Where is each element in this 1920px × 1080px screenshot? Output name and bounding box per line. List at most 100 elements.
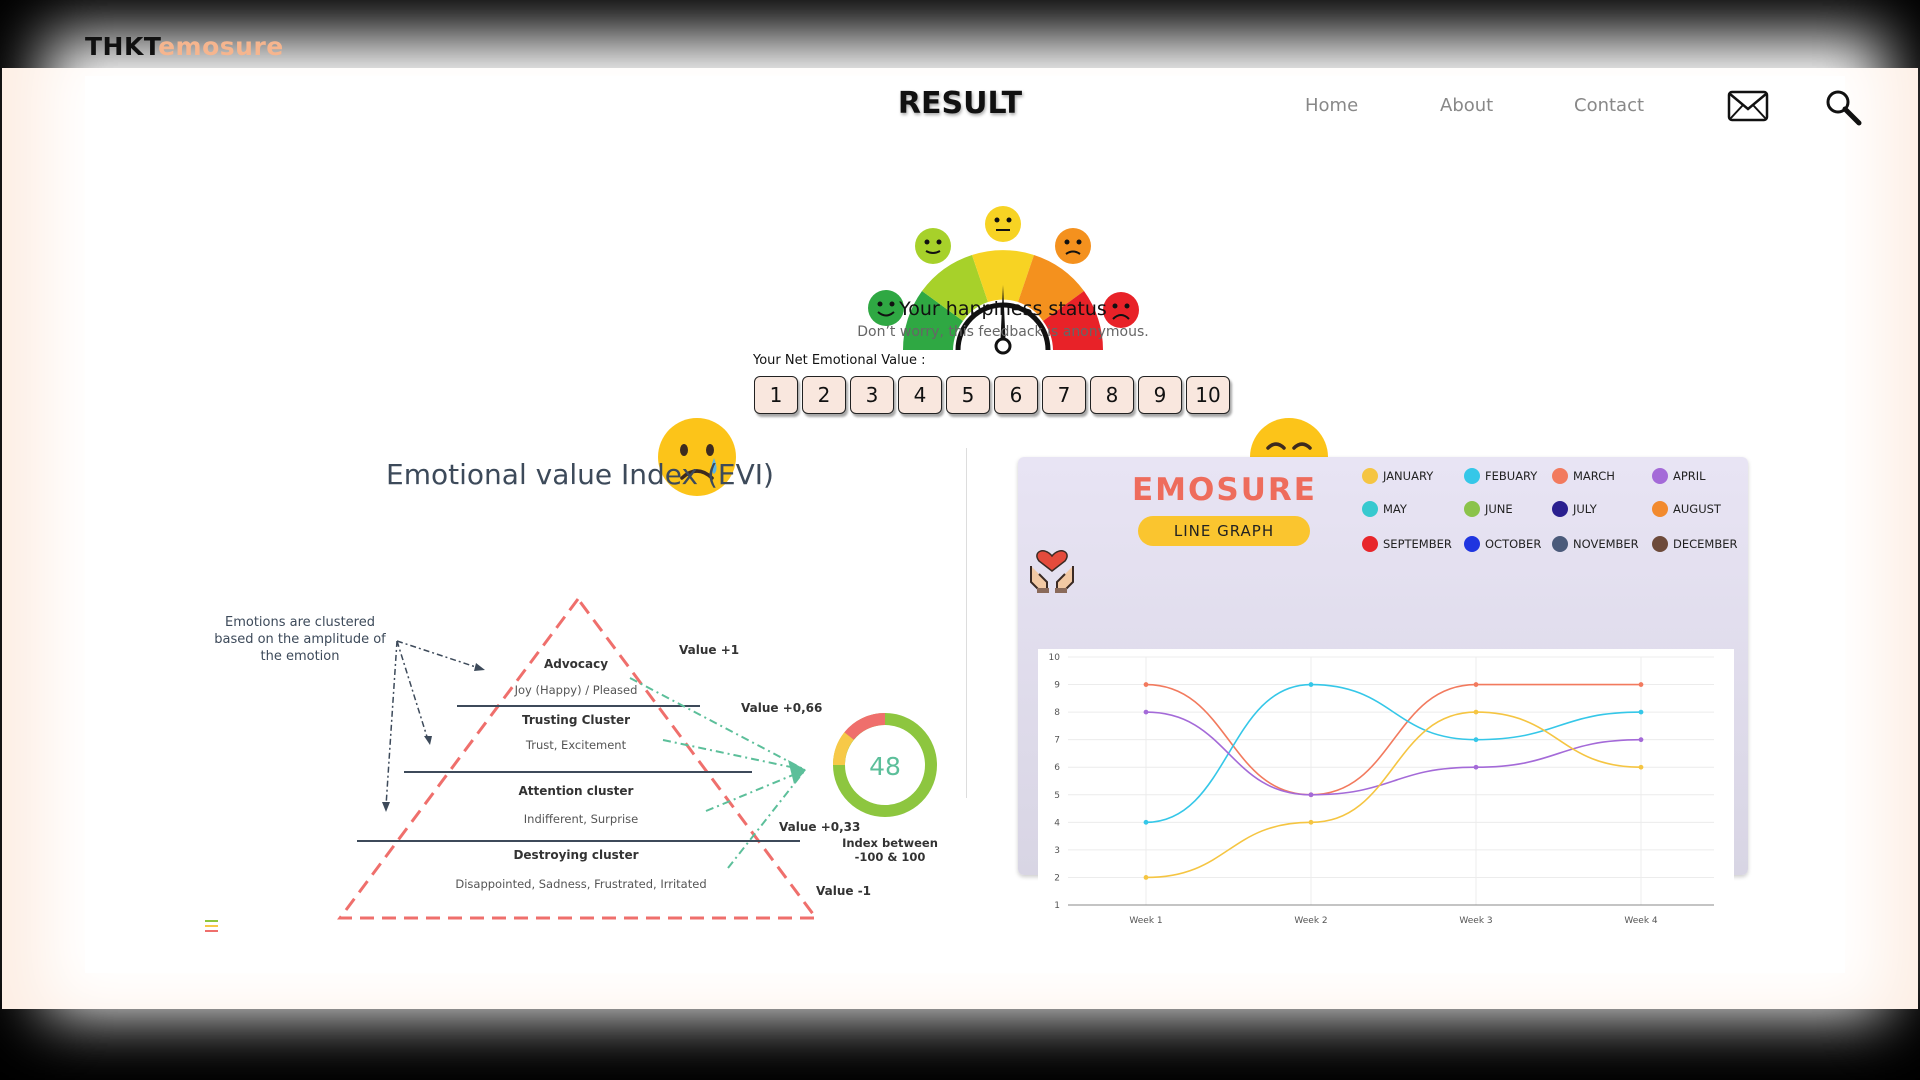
- evi-note-line-3: the emotion: [260, 649, 340, 664]
- legend-label: MARCH: [1573, 469, 1615, 483]
- legend-item-december: DECEMBER: [1652, 536, 1738, 552]
- cluster-name-advocacy: Advocacy: [543, 657, 609, 671]
- cluster-name-destroying: Destroying cluster: [513, 848, 639, 862]
- legend-item-september: SEPTEMBER: [1362, 536, 1452, 552]
- happy-face-icon: [915, 228, 951, 264]
- value-label-plus-1: Value +1: [679, 643, 740, 657]
- legend-item-january: JANUARY: [1362, 468, 1433, 484]
- heart-hands-icon: [1030, 550, 1074, 593]
- section-divider: [966, 448, 967, 798]
- cluster-emotions-trusting: Trust, Excitement: [525, 738, 627, 752]
- scale-option-4[interactable]: 4: [898, 376, 942, 414]
- month-legend: JANUARY FEBUARY MARCH APRIL MAY JUNE JULY AUGUS…: [1362, 468, 1752, 588]
- happiness-status-title: Your happiness status: [899, 298, 1107, 320]
- legend-label: NOVEMBER: [1573, 537, 1639, 551]
- legend-label: SEPTEMBER: [1383, 537, 1452, 551]
- legend-item-november: NOVEMBER: [1552, 536, 1639, 552]
- data-point: [1473, 709, 1479, 715]
- legend-label: FEBUARY: [1485, 469, 1538, 483]
- legend-label: OCTOBER: [1485, 537, 1542, 551]
- smiley-icon: [1552, 501, 1568, 517]
- smiley-icon: [1362, 468, 1378, 484]
- value-label-plus-033: Value +0,33: [779, 820, 861, 834]
- y-tick-label: 7: [1054, 736, 1060, 746]
- data-point: [1473, 682, 1479, 687]
- legend-item-may: MAY: [1362, 501, 1407, 517]
- legend-item-febuary: FEBUARY: [1464, 468, 1537, 484]
- legend-item-march: MARCH: [1552, 468, 1615, 484]
- scale-option-6[interactable]: 6: [994, 376, 1038, 414]
- y-tick-label: 5: [1054, 791, 1060, 801]
- cluster-emotions-attention: Indifferent, Surprise: [523, 812, 639, 826]
- smiley-icon: [1652, 501, 1668, 517]
- cluster-name-trusting: Trusting Cluster: [521, 713, 631, 727]
- y-tick-label: 4: [1054, 818, 1060, 828]
- data-point: [1308, 819, 1314, 825]
- data-point: [1143, 875, 1149, 880]
- smiley-icon: [1362, 536, 1378, 552]
- logo-text-accent: emosure: [158, 32, 284, 61]
- data-point: [1308, 792, 1314, 798]
- legend-label: JANUARY: [1383, 469, 1434, 483]
- legend-item-august: AUGUST: [1652, 501, 1721, 517]
- index-note-line-2: -100 & 100: [854, 850, 926, 864]
- menu-lines-icon: [205, 920, 218, 932]
- result-title: RESULT: [897, 86, 1023, 121]
- data-point: [1473, 764, 1479, 770]
- logo-text-primary: THKT: [85, 32, 159, 61]
- evi-title: Emotional value Index (EVI): [386, 458, 774, 491]
- x-tick-label: Week 4: [1624, 916, 1658, 926]
- scale-option-3[interactable]: 3: [850, 376, 894, 414]
- smiley-icon: [1464, 501, 1480, 517]
- evi-cluster-note: Emotions are clustered based on the ampl…: [200, 614, 400, 665]
- smiley-icon: [1552, 536, 1568, 552]
- net-emotional-value-scale: 1 2 3 4 5 6 7 8 9 10: [754, 376, 1234, 414]
- x-tick-label: Week 2: [1294, 916, 1327, 926]
- smiley-icon: [1652, 536, 1668, 552]
- cluster-name-attention: Attention cluster: [518, 784, 634, 798]
- smiley-icon: [1464, 536, 1480, 552]
- legend-label: MAY: [1383, 502, 1407, 516]
- scale-option-5[interactable]: 5: [946, 376, 990, 414]
- emosure-title: EMOSURE: [1132, 472, 1317, 508]
- data-point: [1473, 737, 1479, 743]
- legend-label: JUNE: [1485, 502, 1513, 516]
- neutral-face-icon: [985, 206, 1021, 242]
- y-tick-label: 6: [1054, 763, 1060, 773]
- y-tick-label: 2: [1054, 873, 1060, 883]
- x-tick-label: Week 3: [1459, 916, 1492, 926]
- data-point: [1638, 764, 1644, 770]
- y-tick-label: 10: [1049, 653, 1061, 663]
- scale-option-10[interactable]: 10: [1186, 376, 1230, 414]
- series-line-1: [1145, 683, 1642, 824]
- scale-option-2[interactable]: 2: [802, 376, 846, 414]
- y-tick-label: 1: [1054, 901, 1060, 911]
- legend-label: APRIL: [1673, 469, 1706, 483]
- y-tick-label: 9: [1054, 681, 1060, 691]
- smiley-icon: [1464, 468, 1480, 484]
- data-point: [1638, 737, 1644, 743]
- evi-note-line-2: based on the amplitude of: [214, 632, 386, 647]
- legend-item-october: OCTOBER: [1464, 536, 1541, 552]
- line-graph-pill[interactable]: LINE GRAPH: [1138, 516, 1310, 546]
- data-point: [1638, 682, 1644, 687]
- data-point: [1638, 709, 1644, 715]
- smiley-icon: [1362, 501, 1378, 517]
- legend-label: JULY: [1573, 502, 1597, 516]
- legend-item-july: JULY: [1552, 501, 1597, 517]
- scale-option-7[interactable]: 7: [1042, 376, 1086, 414]
- data-point: [1143, 819, 1149, 825]
- value-label-minus-1: Value -1: [816, 884, 872, 898]
- evi-index-value: 48: [869, 752, 901, 781]
- value-label-plus-066: Value +0,66: [741, 701, 823, 715]
- scale-option-8[interactable]: 8: [1090, 376, 1134, 414]
- scale-option-9[interactable]: 9: [1138, 376, 1182, 414]
- brand-logo[interactable]: THKTemosure: [85, 32, 284, 61]
- evi-index-note: Index between -100 & 100: [830, 836, 950, 864]
- scale-option-1[interactable]: 1: [754, 376, 798, 414]
- legend-label: AUGUST: [1673, 502, 1721, 516]
- legend-item-april: APRIL: [1652, 468, 1706, 484]
- anonymous-note: Don’t worry, this feedback is anonymous.: [857, 324, 1149, 340]
- x-tick-label: Week 1: [1129, 916, 1162, 926]
- series-line-2: [1145, 711, 1642, 796]
